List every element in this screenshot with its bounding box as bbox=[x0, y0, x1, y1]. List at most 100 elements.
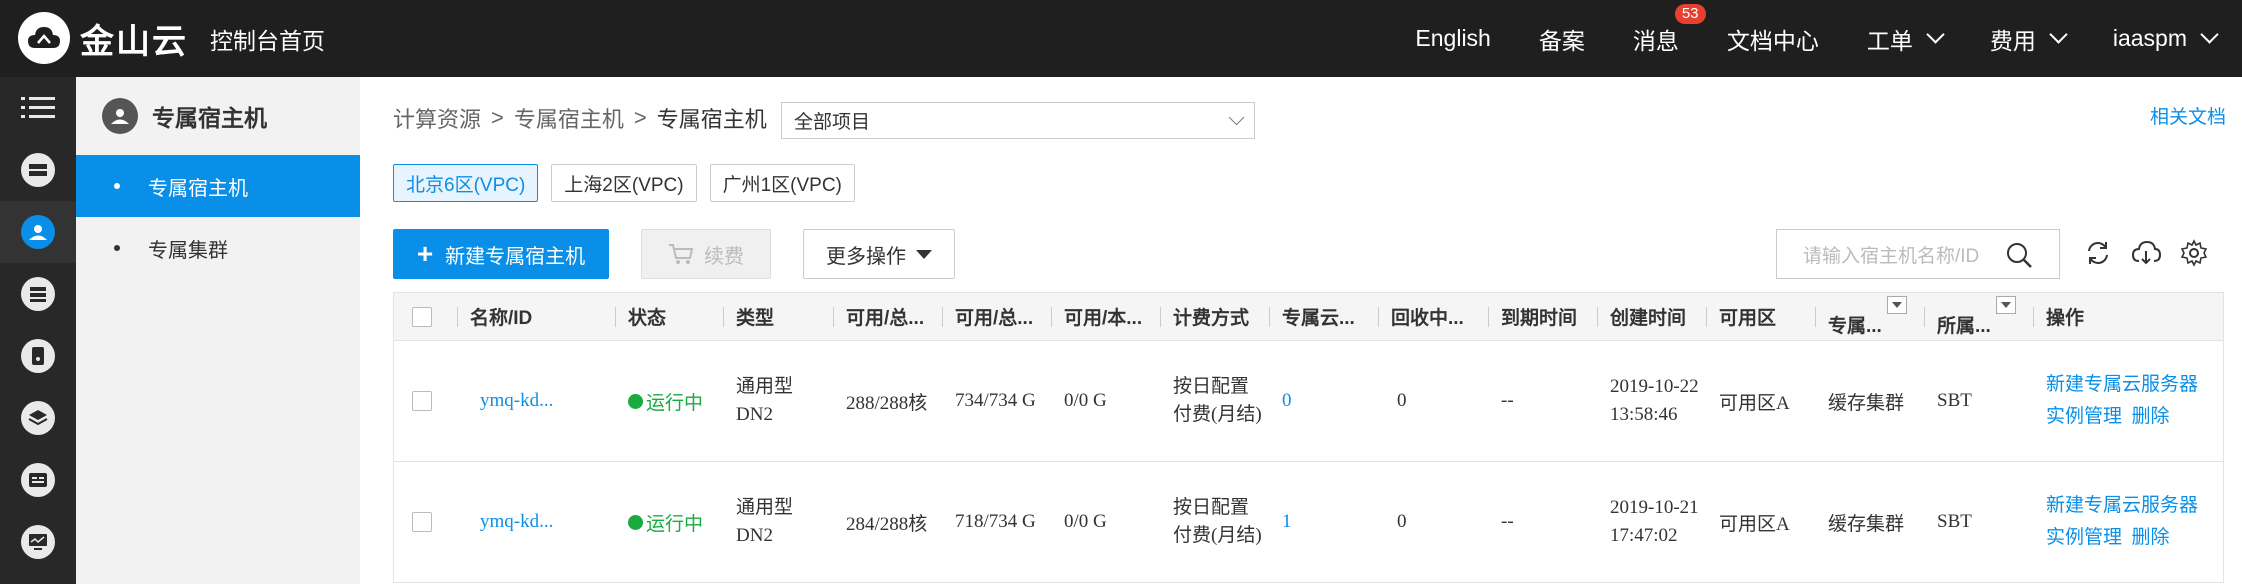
table-row: ymq-kd... 运行中 通用型 DN2 288/288核 734/734 G… bbox=[394, 341, 2223, 462]
region-tab-shanghai2[interactable]: 上海2区(VPC) bbox=[551, 164, 697, 202]
id-card-icon bbox=[21, 463, 55, 497]
new-cloud-server-link[interactable]: 新建专属云服务器 bbox=[2046, 369, 2198, 401]
billing-cell: 按日配置付费(月结) bbox=[1173, 497, 1262, 546]
billing-menu[interactable]: 费用 bbox=[1990, 22, 2068, 56]
col-zone[interactable]: 可用区 bbox=[1707, 293, 1816, 340]
created-cell: 2019-10-21 17:47:02 bbox=[1610, 497, 1699, 546]
row-checkbox[interactable] bbox=[412, 512, 432, 532]
rail-storage[interactable] bbox=[0, 325, 76, 387]
delete-link[interactable]: 删除 bbox=[2132, 527, 2170, 548]
storage-icon bbox=[21, 339, 55, 373]
logo[interactable]: 金山云 bbox=[18, 10, 188, 66]
messages-link[interactable]: 消息 53 bbox=[1633, 3, 1706, 56]
row-checkbox[interactable] bbox=[412, 391, 432, 411]
logo-text: 金山云 bbox=[80, 22, 188, 61]
project-select[interactable]: 全部项目 bbox=[781, 102, 1255, 139]
caret-down-icon bbox=[916, 249, 932, 259]
expire-cell: -- bbox=[1501, 511, 1514, 532]
plus-icon: + bbox=[416, 238, 434, 269]
cluster-cell: 缓存集群 bbox=[1828, 513, 1905, 535]
rail-database[interactable] bbox=[0, 263, 76, 325]
rail-layers[interactable] bbox=[0, 387, 76, 449]
breadcrumb-separator: > bbox=[633, 105, 647, 130]
sidebar-item-dedicated-cluster[interactable]: 专属集群 bbox=[76, 217, 360, 279]
filter-icon[interactable] bbox=[1996, 296, 2016, 314]
console-home-link[interactable]: 控制台首页 bbox=[210, 22, 325, 56]
breadcrumb-dedicated-host[interactable]: 专属宿主机 bbox=[514, 102, 624, 134]
created-cell: 2019-10-22 13:58:46 bbox=[1610, 376, 1699, 425]
delete-link[interactable]: 删除 bbox=[2132, 406, 2170, 427]
layers-icon bbox=[21, 401, 55, 435]
actions-cell: 新建专属云服务器 实例管理 删除 bbox=[2034, 341, 2207, 461]
new-dedicated-host-button[interactable]: + 新建专属宿主机 bbox=[393, 229, 609, 279]
recycling-cell: 0 bbox=[1397, 390, 1407, 411]
settings-button[interactable] bbox=[2176, 235, 2212, 271]
compute-icon bbox=[21, 153, 55, 187]
status-text: 运行中 bbox=[646, 513, 704, 535]
sidebar-item-dedicated-host[interactable]: 专属宿主机 bbox=[76, 155, 360, 217]
select-all-checkbox-cell bbox=[394, 293, 458, 340]
tickets-menu[interactable]: 工单 bbox=[1867, 22, 1945, 56]
status-text: 运行中 bbox=[646, 392, 704, 414]
cloud-download-icon bbox=[2131, 240, 2161, 265]
col-project[interactable]: 所属... bbox=[1925, 293, 2034, 340]
select-all-checkbox[interactable] bbox=[412, 306, 432, 327]
rail-monitor[interactable] bbox=[0, 511, 76, 573]
chevron-down-icon bbox=[2049, 25, 2068, 44]
col-created[interactable]: 创建时间 bbox=[1598, 293, 1707, 340]
filing-link[interactable]: 备案 bbox=[1539, 22, 1585, 56]
col-type[interactable]: 类型 bbox=[724, 293, 834, 340]
col-name-id[interactable]: 名称/ID bbox=[458, 293, 616, 340]
col-instances[interactable]: 专属云... bbox=[1270, 293, 1379, 340]
cpu-cell: 288/288核 bbox=[846, 392, 928, 414]
rail-dedicated-host[interactable] bbox=[0, 201, 76, 263]
export-button[interactable] bbox=[2128, 235, 2164, 271]
cart-icon bbox=[669, 244, 694, 264]
database-icon bbox=[21, 277, 55, 311]
instances-link[interactable]: 0 bbox=[1270, 341, 1379, 461]
region-tab-guangzhou1[interactable]: 广州1区(VPC) bbox=[709, 164, 855, 202]
bullet-icon bbox=[114, 245, 120, 251]
col-recycling[interactable]: 回收中... bbox=[1379, 293, 1489, 340]
breadcrumb-current: 专属宿主机 bbox=[656, 107, 767, 132]
user-menu[interactable]: iaaspm bbox=[2113, 25, 2219, 52]
renew-button[interactable]: 续费 bbox=[641, 229, 771, 279]
language-link[interactable]: English bbox=[1415, 25, 1490, 52]
related-docs-link[interactable]: 相关文档 bbox=[2150, 102, 2226, 129]
refresh-button[interactable] bbox=[2080, 235, 2116, 271]
type-cell: 通用型 DN2 bbox=[736, 497, 794, 546]
more-actions-button[interactable]: 更多操作 bbox=[803, 229, 955, 279]
filter-icon[interactable] bbox=[1887, 296, 1907, 314]
host-name-link[interactable]: ymq-kd... bbox=[458, 462, 616, 582]
instances-link[interactable]: 1 bbox=[1270, 462, 1379, 582]
col-expire[interactable]: 到期时间 bbox=[1489, 293, 1598, 340]
row-checkbox-cell bbox=[394, 462, 458, 582]
col-memory[interactable]: 可用/总... bbox=[943, 293, 1052, 340]
menu-toggle[interactable] bbox=[0, 77, 76, 139]
table-row: ymq-kd... 运行中 通用型 DN2 284/288核 718/734 G… bbox=[394, 462, 2223, 582]
breadcrumb-compute[interactable]: 计算资源 bbox=[393, 102, 481, 134]
recycling-cell: 0 bbox=[1397, 511, 1407, 532]
rail-id-card[interactable] bbox=[0, 449, 76, 511]
disk-cell: 0/0 G bbox=[1064, 511, 1107, 532]
col-cluster[interactable]: 专属... bbox=[1816, 293, 1925, 340]
instance-manage-link[interactable]: 实例管理 bbox=[2046, 527, 2122, 548]
region-tab-beijing6[interactable]: 北京6区(VPC) bbox=[393, 164, 539, 202]
col-cpu[interactable]: 可用/总... bbox=[834, 293, 943, 340]
dedicated-host-icon bbox=[102, 98, 138, 134]
zone-cell: 可用区A bbox=[1719, 513, 1790, 535]
instance-manage-link[interactable]: 实例管理 bbox=[2046, 406, 2122, 427]
col-disk[interactable]: 可用/本... bbox=[1052, 293, 1161, 340]
col-status[interactable]: 状态 bbox=[616, 293, 724, 340]
new-cloud-server-link[interactable]: 新建专属云服务器 bbox=[2046, 490, 2198, 522]
docs-center-link[interactable]: 文档中心 bbox=[1727, 22, 1819, 56]
host-name-link[interactable]: ymq-kd... bbox=[458, 341, 616, 461]
chevron-down-icon bbox=[1228, 109, 1245, 126]
rail-compute[interactable] bbox=[0, 139, 76, 201]
host-search-input[interactable]: 请输入宿主机名称/ID bbox=[1776, 229, 2060, 279]
billing-cell: 按日配置付费(月结) bbox=[1173, 376, 1262, 425]
col-billing[interactable]: 计费方式 bbox=[1161, 293, 1270, 340]
search-icon[interactable] bbox=[2005, 241, 2033, 269]
disk-cell: 0/0 G bbox=[1064, 390, 1107, 411]
status-dot-icon bbox=[628, 514, 643, 530]
